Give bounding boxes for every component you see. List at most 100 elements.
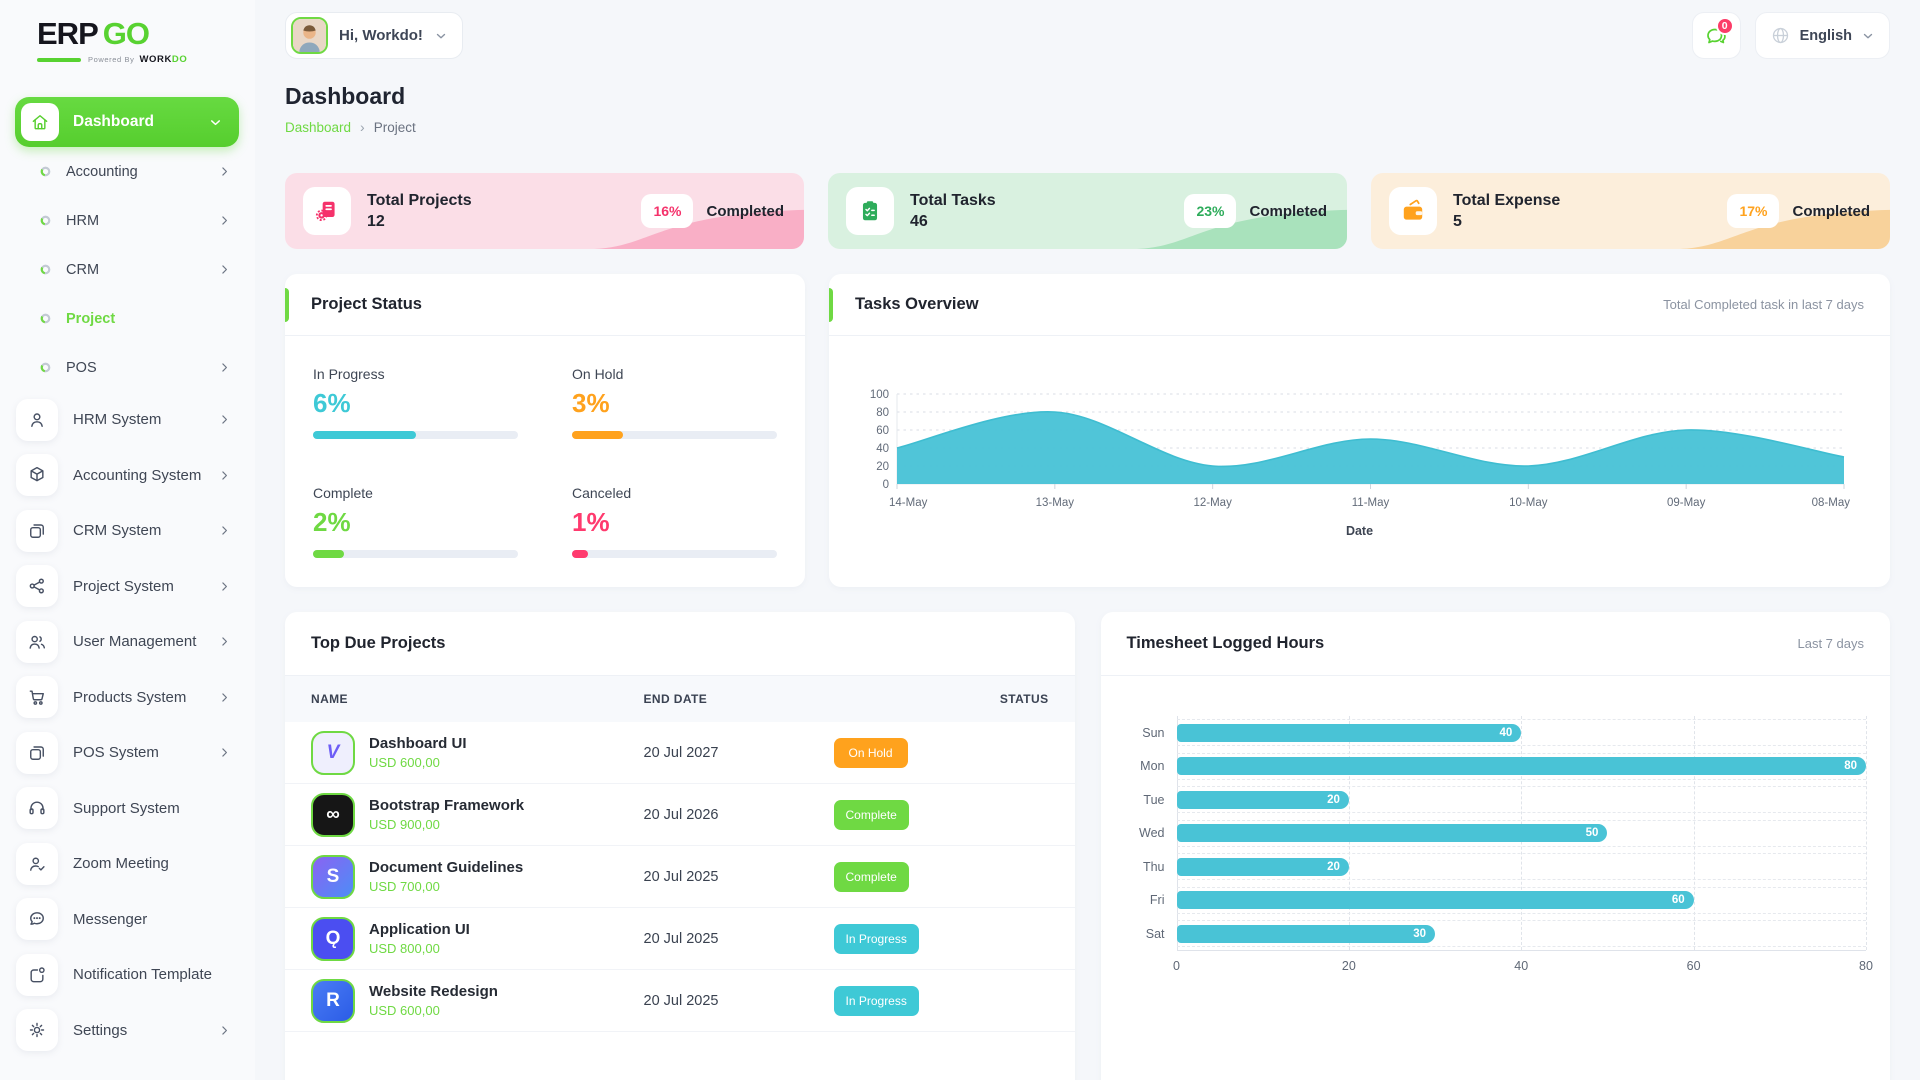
breadcrumb-dashboard-link[interactable]: Dashboard	[285, 120, 351, 135]
project-name-link[interactable]: Website Redesign	[369, 983, 498, 1000]
brand-logo[interactable]: ERP GO Powered By WORK DO	[15, 14, 239, 65]
category-label: Mon	[1121, 759, 1165, 773]
bar-value-label: 50	[1586, 827, 1599, 839]
breadcrumb-separator: ›	[360, 119, 365, 135]
project-name-link[interactable]: Bootstrap Framework	[369, 797, 524, 814]
project-avatar: V	[311, 731, 355, 775]
project-end-date: 20 Jul 2025	[644, 931, 834, 947]
logo-underline	[37, 58, 81, 62]
sidebar-item-pos-system[interactable]: POS System	[15, 725, 239, 781]
project-status-card: Project Status In Progress6%On Hold3%Com…	[285, 274, 805, 587]
sidebar-item-crm[interactable]: CRM	[15, 245, 239, 294]
messages-button[interactable]: 0	[1692, 12, 1741, 59]
svg-text:60: 60	[876, 425, 889, 437]
project-name-link[interactable]: Application UI	[369, 921, 470, 938]
top-due-projects-header: Top Due Projects	[285, 612, 1075, 676]
chevron-right-icon	[218, 165, 231, 178]
chat-icon	[16, 898, 58, 940]
category-label: Thu	[1121, 860, 1165, 874]
dot-icon	[40, 264, 51, 275]
x-axis: 020406080	[1177, 951, 1867, 977]
sidebar-item-user-management[interactable]: User Management	[15, 614, 239, 670]
svg-text:14-May: 14-May	[889, 497, 928, 509]
project-avatar: R	[311, 979, 355, 1023]
sidebar-item-dashboard[interactable]: Dashboard	[15, 97, 239, 147]
completed-label: Completed	[706, 203, 784, 220]
bar-thu: 20	[1177, 858, 1349, 876]
status-label: On Hold	[572, 366, 777, 382]
brand-wordmark: ERP GO	[37, 16, 239, 52]
chevron-right-icon	[218, 691, 231, 704]
bar-mon: 80	[1177, 757, 1867, 775]
breadcrumb: Dashboard › Project	[285, 119, 1890, 135]
project-name-link[interactable]: Dashboard UI	[369, 735, 467, 752]
sidebar-item-zoom-meeting[interactable]: Zoom Meeting	[15, 836, 239, 892]
table-row-application-ui: Ǫ Application UI USD 800,00 20 Jul 2025In P…	[285, 908, 1075, 970]
status-item-canceled: Canceled1%	[572, 485, 777, 558]
sidebar-item-pos[interactable]: POS	[15, 343, 239, 392]
category-label: Sat	[1121, 927, 1165, 941]
svg-text:08-May: 08-May	[1812, 497, 1851, 509]
stat-cards-row: Total Projects1216%CompletedTotal Tasks4…	[285, 173, 1890, 249]
cube-icon	[16, 454, 58, 496]
category-label: Wed	[1121, 826, 1165, 840]
project-status-header: Project Status	[285, 274, 805, 336]
completed-label: Completed	[1792, 203, 1870, 220]
chevron-right-icon	[218, 524, 231, 537]
bar-value-label: 80	[1844, 760, 1857, 772]
chevron-right-icon	[218, 746, 231, 759]
language-selector[interactable]: English	[1755, 12, 1890, 59]
project-status-title: Project Status	[311, 295, 422, 314]
user-menu-button[interactable]: Hi, Workdo!	[285, 12, 463, 59]
sidebar-item-products-system[interactable]: Products System	[15, 670, 239, 726]
sidebar-item-label: POS System	[73, 744, 159, 761]
status-item-on-hold: On Hold3%	[572, 366, 777, 439]
sidebar-item-label: CRM	[66, 262, 99, 278]
status-percent: 2%	[313, 507, 518, 538]
sidebar-item-hrm-system[interactable]: HRM System	[15, 392, 239, 448]
chevron-right-icon	[218, 580, 231, 593]
user-check-icon	[16, 843, 58, 885]
sidebar-item-project[interactable]: Project	[15, 294, 239, 343]
progress-bar	[572, 431, 777, 439]
tasks-overview-card: Tasks Overview Total Completed task in l…	[829, 274, 1890, 587]
table-row-bootstrap-framework: ∞Bootstrap FrameworkUSD 900,0020 Jul 202…	[285, 784, 1075, 846]
svg-text:13-May: 13-May	[1036, 497, 1075, 509]
bar-value-label: 40	[1499, 727, 1512, 739]
sidebar-item-notification-template[interactable]: Notification Template	[15, 947, 239, 1003]
column-header-name: NAME	[311, 692, 644, 706]
completed-percent-badge: 16%	[641, 194, 693, 228]
status-percent: 6%	[313, 388, 518, 419]
stat-title: Total Tasks	[910, 192, 996, 210]
stat-value: 12	[367, 213, 472, 231]
sidebar-item-label: Zoom Meeting	[73, 855, 169, 872]
project-name-link[interactable]: Document Guidelines	[369, 859, 523, 876]
chevron-right-icon	[218, 413, 231, 426]
globe-icon	[1770, 25, 1791, 46]
sidebar-item-settings[interactable]: Settings	[15, 1003, 239, 1059]
user-avatar	[291, 17, 328, 54]
sidebar-item-messenger[interactable]: Messenger	[15, 892, 239, 948]
dot-icon	[40, 215, 51, 226]
bar-row-fri: Fri60	[1121, 884, 1867, 918]
stat-title: Total Expense	[1453, 192, 1560, 210]
powered-by-label: Powered By	[88, 55, 134, 64]
project-price: USD 600,00	[369, 755, 467, 770]
sidebar-item-project-system[interactable]: Project System	[15, 559, 239, 615]
dot-icon	[40, 362, 51, 373]
project-price: USD 800,00	[369, 941, 470, 956]
sidebar-item-hrm[interactable]: HRM	[15, 196, 239, 245]
timesheet-title: Timesheet Logged Hours	[1127, 634, 1325, 653]
charts-row: Project Status In Progress6%On Hold3%Com…	[285, 274, 1890, 587]
x-tick-label: 80	[1859, 959, 1873, 973]
sidebar-item-accounting-system[interactable]: Accounting System	[15, 448, 239, 504]
sidebar-item-accounting[interactable]: Accounting	[15, 147, 239, 196]
sidebar-item-support-system[interactable]: Support System	[15, 781, 239, 837]
stat-card-total-expense: Total Expense517%Completed	[1371, 173, 1890, 249]
expense-icon	[1389, 187, 1437, 235]
status-badge: In Progress	[834, 924, 919, 954]
completed-percent-badge: 23%	[1184, 194, 1236, 228]
share-icon	[16, 565, 58, 607]
sidebar-item-crm-system[interactable]: CRM System	[15, 503, 239, 559]
project-avatar: Ǫ	[311, 917, 355, 961]
